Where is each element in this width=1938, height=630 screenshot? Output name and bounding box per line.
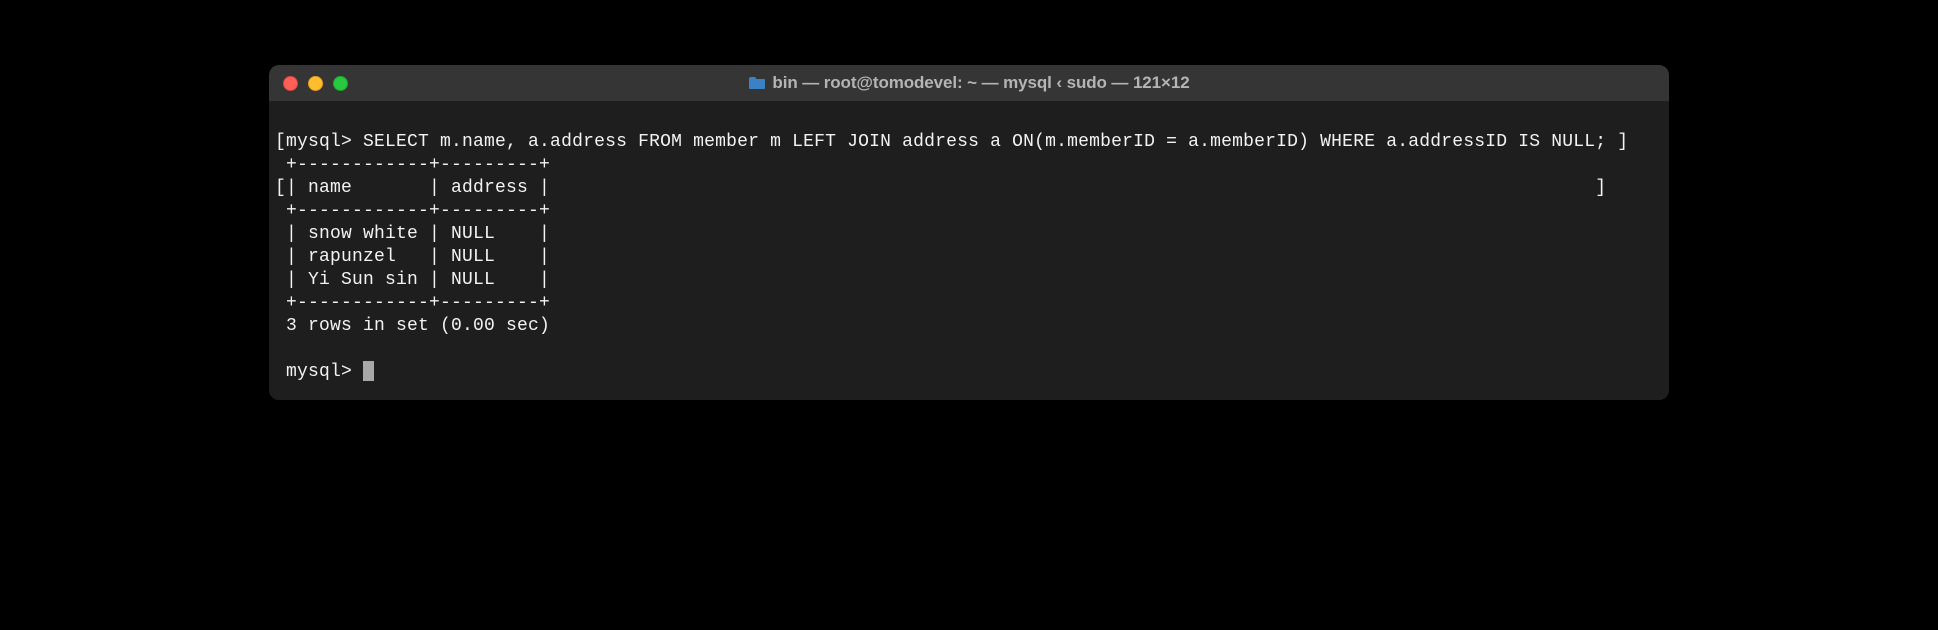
mysql-prompt: mysql> <box>275 362 363 382</box>
result-summary: 3 rows in set (0.00 sec) <box>275 316 550 336</box>
bracket-open: [ <box>275 178 286 198</box>
terminal-body[interactable]: [mysql> SELECT m.name, a.address FROM me… <box>269 101 1669 400</box>
maximize-button[interactable] <box>333 76 348 91</box>
titlebar: bin — root@tomodevel: ~ — mysql ‹ sudo —… <box>269 65 1669 101</box>
traffic-lights <box>269 76 348 91</box>
mysql-prompt: mysql> <box>286 132 363 152</box>
table-separator-mid: +------------+---------+ <box>275 201 550 221</box>
cursor <box>363 361 374 381</box>
close-button[interactable] <box>283 76 298 91</box>
table-header: | name | address | <box>286 178 550 198</box>
table-separator-bottom: +------------+---------+ <box>275 293 550 313</box>
sql-query: SELECT m.name, a.address FROM member m L… <box>363 132 1617 152</box>
bracket-close: ] <box>1617 132 1628 152</box>
minimize-button[interactable] <box>308 76 323 91</box>
terminal-window: bin — root@tomodevel: ~ — mysql ‹ sudo —… <box>269 65 1669 400</box>
window-title: bin — root@tomodevel: ~ — mysql ‹ sudo —… <box>772 73 1189 93</box>
table-separator-top: +------------+---------+ <box>275 155 550 175</box>
folder-icon <box>748 76 766 90</box>
table-row: | rapunzel | NULL | <box>275 247 550 267</box>
bracket-open: [ <box>275 132 286 152</box>
header-suffix: ] <box>550 178 1606 198</box>
title-content: bin — root@tomodevel: ~ — mysql ‹ sudo —… <box>269 73 1669 93</box>
table-row: | snow white | NULL | <box>275 224 550 244</box>
table-row: | Yi Sun sin | NULL | <box>275 270 550 290</box>
